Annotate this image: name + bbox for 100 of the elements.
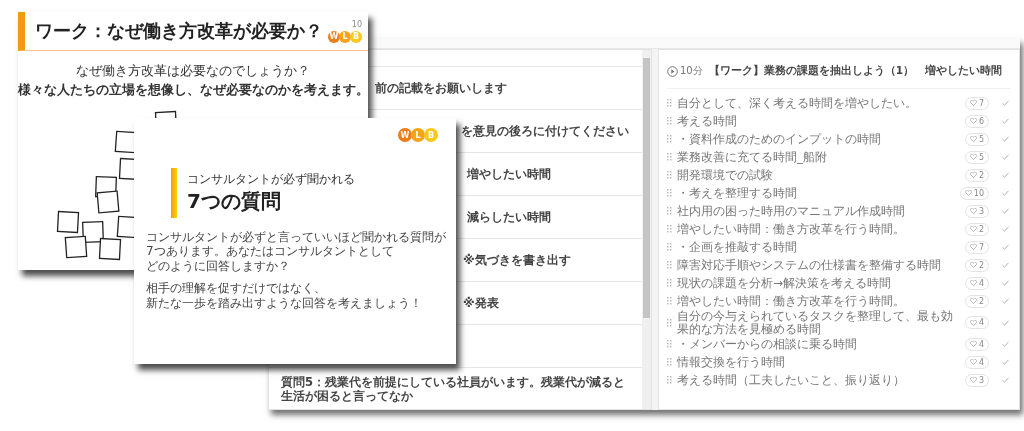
row-text: 減らしたい時間 (467, 208, 551, 226)
slide-text-line: 相手の理解を促すだけではなく、 (146, 281, 326, 296)
heart-icon (969, 154, 977, 160)
slide-title: ワーク：なぜ働き方改革が必要か？ (35, 19, 323, 43)
check-icon (1002, 118, 1009, 124)
drag-handle-icon (667, 153, 672, 161)
heart-icon (969, 136, 977, 142)
like-button[interactable]: 6 (964, 114, 989, 128)
like-button[interactable]: 3 (964, 373, 989, 387)
slide-text-line: 新たな一歩を踏み出すような回答を考えましょう！ (146, 295, 422, 310)
logo-letter: B (350, 30, 362, 43)
drag-handle-icon (667, 171, 672, 179)
heart-icon (969, 226, 977, 232)
instruction-text: 様々な人たちの立場を想像し、なぜ必要なのかを考えます。 (18, 82, 368, 99)
slide-text-line: どのように回答しますか？ (146, 258, 290, 274)
slide-title: 7つの質問 (187, 188, 282, 215)
drag-handle-icon (667, 318, 672, 327)
drag-handle-icon (667, 117, 672, 125)
check-icon (1002, 190, 1009, 196)
logo-letter: W (328, 30, 340, 43)
check-icon (1002, 208, 1009, 214)
idea-text: ・企画を推敲する時間 (677, 240, 798, 254)
drag-handle-icon (667, 376, 672, 385)
idea-text: 業務改善に充てる時間_船附 (677, 150, 828, 164)
like-button[interactable]: 10 (959, 186, 989, 200)
like-button[interactable]: 4 (964, 276, 989, 290)
idea-text: ・資料作成のためのインプットの時間 (677, 132, 882, 146)
idea-text: ・メンバーからの相談に乗る時間 (677, 337, 858, 351)
like-button[interactable]: 4 (964, 316, 989, 330)
heart-icon (969, 262, 977, 268)
check-icon (1002, 262, 1009, 268)
drag-handle-icon (667, 225, 672, 233)
drag-handle-icon (667, 243, 672, 251)
idea-text: 現状の課題を分析→解決策を考える時間 (677, 276, 893, 290)
idea-text: 増やしたい時間：働き方改革を行う時間。 (677, 222, 906, 236)
heart-icon (969, 377, 977, 384)
like-button[interactable]: 5 (964, 132, 989, 146)
row-text: を意見の後ろに付けてください (461, 122, 629, 140)
like-button[interactable]: 4 (964, 355, 989, 369)
check-icon (1002, 377, 1009, 384)
like-button[interactable]: 7 (964, 96, 989, 110)
card-title: 【ワーク】業務の課題を抽出しよう（1） 増やしたい時間 (708, 64, 1003, 78)
row-text: 前の記載をお願いします (375, 79, 507, 97)
slide-subtitle: コンサルタントが必ず聞かれる (187, 171, 355, 188)
idea-text: 考える時間 (677, 114, 738, 128)
slide-text-line: コンサルタントが必ずと言っていいほど聞かれる質問が (146, 230, 446, 245)
drag-handle-icon (667, 279, 672, 287)
check-icon (1002, 100, 1009, 106)
drag-handle-icon (667, 261, 672, 269)
check-icon (1002, 298, 1009, 304)
idea-text: 障害対応手順やシステムの仕様書を整備する時間 (677, 258, 942, 272)
check-icon (1002, 280, 1009, 286)
drag-handle-icon (667, 99, 672, 107)
row-text: ※発表 (463, 294, 499, 312)
like-button[interactable]: 2 (964, 258, 989, 272)
like-button[interactable]: 2 (964, 294, 989, 308)
logo-letter: L (339, 30, 351, 43)
heart-icon (969, 280, 977, 286)
logo-letter: W (398, 128, 412, 142)
like-button[interactable]: 2 (964, 168, 989, 182)
heart-icon (969, 172, 977, 178)
scrollbar-thumb[interactable] (643, 58, 650, 318)
check-icon (1002, 136, 1009, 142)
heart-icon (969, 100, 977, 106)
idea-text: 情報交換を行う時間 (677, 355, 786, 369)
heart-icon (969, 341, 977, 348)
like-button[interactable]: 4 (964, 337, 989, 351)
check-icon (1002, 172, 1009, 178)
idea-text: 開発環境での試験 (677, 168, 774, 182)
heart-icon (964, 190, 972, 196)
like-button[interactable]: 7 (964, 240, 989, 254)
idea-text: 考える時間（工夫したいこと、振り返り） (677, 373, 906, 387)
timer-icon (667, 65, 678, 77)
drag-handle-icon (667, 189, 672, 197)
check-icon (1002, 244, 1009, 250)
heart-icon (969, 298, 977, 304)
drag-handle-icon (667, 297, 672, 305)
scrollbar[interactable] (642, 50, 651, 409)
like-button[interactable]: 5 (964, 150, 989, 164)
slide-text-line: 7つあります。あなたはコンサルタントとして (146, 244, 394, 259)
row-text: ※気づきを書き出す (463, 251, 571, 269)
like-button[interactable]: 3 (964, 204, 989, 218)
check-icon (1002, 154, 1009, 160)
heart-icon (969, 244, 977, 250)
idea-text: 増やしたい時間：働き方改革を行う時間。 (677, 294, 906, 308)
check-icon (1002, 319, 1009, 326)
logo-letter: B (424, 128, 438, 142)
check-icon (1002, 226, 1009, 232)
row-text: 質問5：残業代を前提にしている社員がいます。残業代が減ると生活が困ると言ってなか (281, 374, 626, 404)
heart-icon (969, 359, 977, 366)
logo-letter: L (411, 128, 425, 142)
drag-handle-icon (667, 135, 672, 143)
duration-label: 10分 (680, 64, 703, 78)
like-button[interactable]: 2 (964, 222, 989, 236)
drag-handle-icon (667, 358, 672, 367)
drag-handle-icon (667, 340, 672, 349)
drag-handle-icon (667, 207, 672, 215)
idea-text: ・考えを整理する時間 (677, 186, 798, 200)
heart-icon (969, 208, 977, 214)
idea-text: 自分の今与えられているタスクを整理して、最も効果的な方法を見極める時間 (677, 310, 954, 336)
